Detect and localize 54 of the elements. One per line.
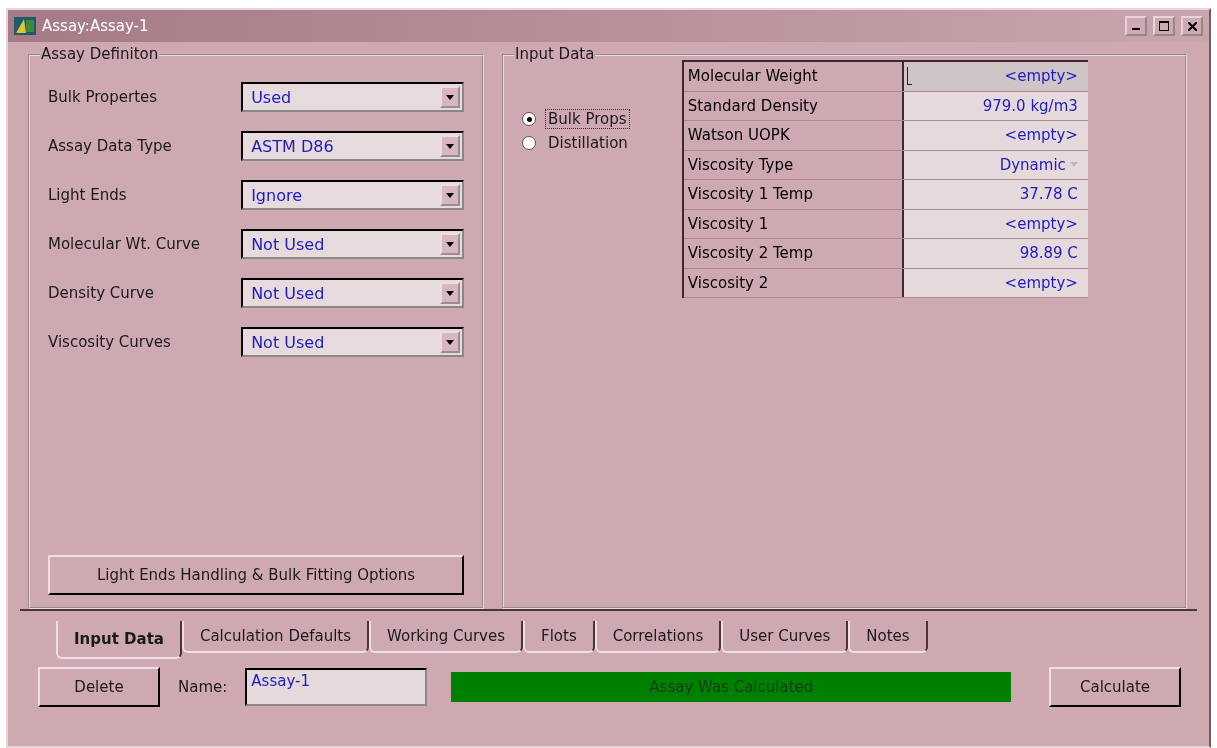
field-label: Viscosity Curves <box>48 333 172 351</box>
dropdown-arrow-icon <box>446 192 454 198</box>
tab[interactable]: Working Curves <box>369 621 524 653</box>
property-value[interactable]: <empty> <box>903 209 1088 238</box>
maximize-icon <box>1159 21 1169 31</box>
property-value[interactable]: <empty> <box>903 62 1088 91</box>
close-button[interactable] <box>1181 16 1203 36</box>
app-icon <box>14 17 36 35</box>
name-field[interactable]: Assay-1 <box>245 668 428 706</box>
field-label: Density Curve <box>48 284 156 302</box>
text-cursor-icon <box>906 67 912 85</box>
radio-label: Distillation <box>547 134 629 152</box>
dropdown-arrow-icon <box>446 94 454 100</box>
dropdown-field[interactable]: Not Used <box>241 278 464 308</box>
minimize-button[interactable] <box>1125 16 1147 36</box>
property-value[interactable]: 98.89 C <box>903 239 1088 268</box>
dropdown-field[interactable]: ASTM D86 <box>241 131 464 161</box>
property-value[interactable]: 979.0 kg/m3 <box>903 91 1088 120</box>
radio-button[interactable] <box>522 112 536 126</box>
tab[interactable]: Calculation Defaults <box>181 621 369 653</box>
property-value[interactable]: Dynamic <box>903 150 1088 179</box>
field-label: Molecular Wt. Curve <box>48 235 202 253</box>
property-value[interactable]: <empty> <box>903 268 1088 297</box>
tab[interactable]: Flots <box>523 621 595 653</box>
dropdown-field[interactable]: Not Used <box>241 327 464 357</box>
radio-button[interactable] <box>522 136 536 150</box>
tab[interactable]: Correlations <box>594 621 722 653</box>
group-title: Assay Definiton <box>40 45 160 63</box>
dropdown-field[interactable]: Ignore <box>241 180 464 210</box>
property-value[interactable]: <empty> <box>903 121 1088 150</box>
radio-label: Bulk Props <box>546 110 629 128</box>
window-title: Assay:Assay-1 <box>42 17 150 35</box>
name-label: Name: <box>178 678 228 696</box>
dropdown-arrow-icon <box>446 241 454 247</box>
dropdown-arrow-icon <box>446 290 454 296</box>
dropdown-field[interactable]: Used <box>241 82 464 112</box>
calculate-button[interactable]: Calculate <box>1049 667 1181 707</box>
delete-button[interactable]: Delete <box>38 667 160 707</box>
tab[interactable]: Input Data <box>56 621 182 659</box>
close-icon <box>1187 21 1197 31</box>
field-label: Light Ends <box>48 186 128 204</box>
group-title: Input Data <box>514 45 596 63</box>
dropdown-arrow-icon <box>1069 162 1078 168</box>
tab[interactable]: User Curves <box>721 621 849 653</box>
dropdown-arrow-icon <box>446 339 454 345</box>
status-bar: Assay Was Calculated <box>451 672 1012 702</box>
property-value[interactable]: 37.78 C <box>903 180 1088 209</box>
field-label: Bulk Propertes <box>48 88 159 106</box>
field-label: Assay Data Type <box>48 137 173 155</box>
tab[interactable]: Notes <box>848 621 928 653</box>
dropdown-arrow-icon <box>446 143 454 149</box>
options-button[interactable]: Light Ends Handling & Bulk Fitting Options <box>48 555 464 595</box>
dropdown-field[interactable]: Not Used <box>241 229 464 259</box>
maximize-button[interactable] <box>1153 16 1175 36</box>
